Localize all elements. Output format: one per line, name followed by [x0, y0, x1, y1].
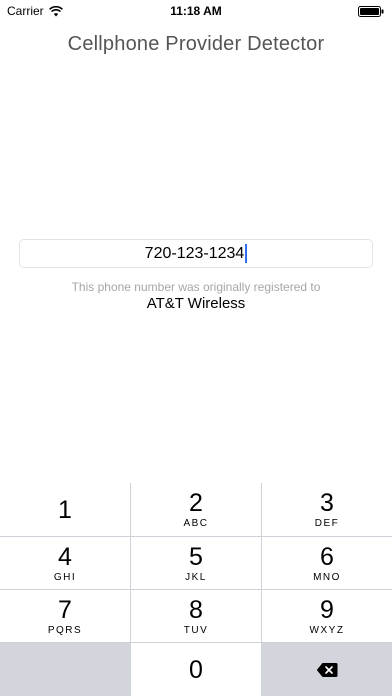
key-digit: 8 [189, 595, 203, 624]
key-digit: 9 [320, 595, 334, 624]
key-letters: DEF [314, 518, 340, 529]
key-letters: MNO [313, 571, 341, 583]
result-provider: AT&T Wireless [146, 295, 246, 312]
key-7[interactable]: 7 PQRS [0, 590, 130, 642]
key-4[interactable]: 4 GHI [0, 537, 130, 589]
status-bar: Carrier 11:18 AM [0, 0, 392, 22]
key-digit: 1 [58, 495, 72, 524]
delete-button[interactable] [262, 643, 392, 696]
key-6[interactable]: 6 MNO [262, 537, 392, 589]
key-letters: ABC [183, 518, 209, 529]
phone-number-input[interactable]: 720-123-1234 [19, 239, 373, 268]
key-1[interactable]: 1 [0, 483, 130, 536]
key-digit: 2 [189, 489, 203, 517]
key-0[interactable]: 0 [131, 643, 261, 696]
key-letters: PQRS [47, 624, 83, 636]
key-blank [0, 643, 130, 696]
key-2[interactable]: 2 ABC [131, 483, 261, 536]
key-letters: GHI [53, 571, 77, 583]
key-5[interactable]: 5 JKL [131, 537, 261, 589]
page-title: Cellphone Provider Detector [67, 33, 325, 55]
key-letters: WXYZ [309, 624, 345, 636]
app-screen: Carrier 11:18 AM Cellphone Provider Dete… [0, 0, 392, 696]
key-digit: 4 [58, 542, 72, 571]
key-3[interactable]: 3 DEF [262, 483, 392, 536]
key-letters: TUV [183, 624, 209, 636]
key-8[interactable]: 8 TUV [131, 590, 261, 642]
backspace-icon [316, 662, 338, 677]
numeric-keypad: 1 2 ABC 3 DEF 4 GHI 5 JKL 6 MNO 7 PQRS 8 [0, 483, 392, 696]
key-letters: JKL [185, 571, 207, 583]
result-caption: This phone number was originally registe… [71, 280, 321, 294]
key-digit: 6 [320, 542, 334, 571]
key-digit: 3 [320, 489, 334, 517]
phone-number-value: 720-123-1234 [144, 244, 245, 262]
text-caret [245, 244, 248, 263]
key-digit: 0 [189, 655, 203, 684]
key-digit: 5 [189, 542, 203, 571]
key-9[interactable]: 9 WXYZ [262, 590, 392, 642]
status-time: 11:18 AM [170, 4, 222, 18]
battery-icon [358, 6, 384, 17]
key-digit: 7 [58, 595, 72, 624]
